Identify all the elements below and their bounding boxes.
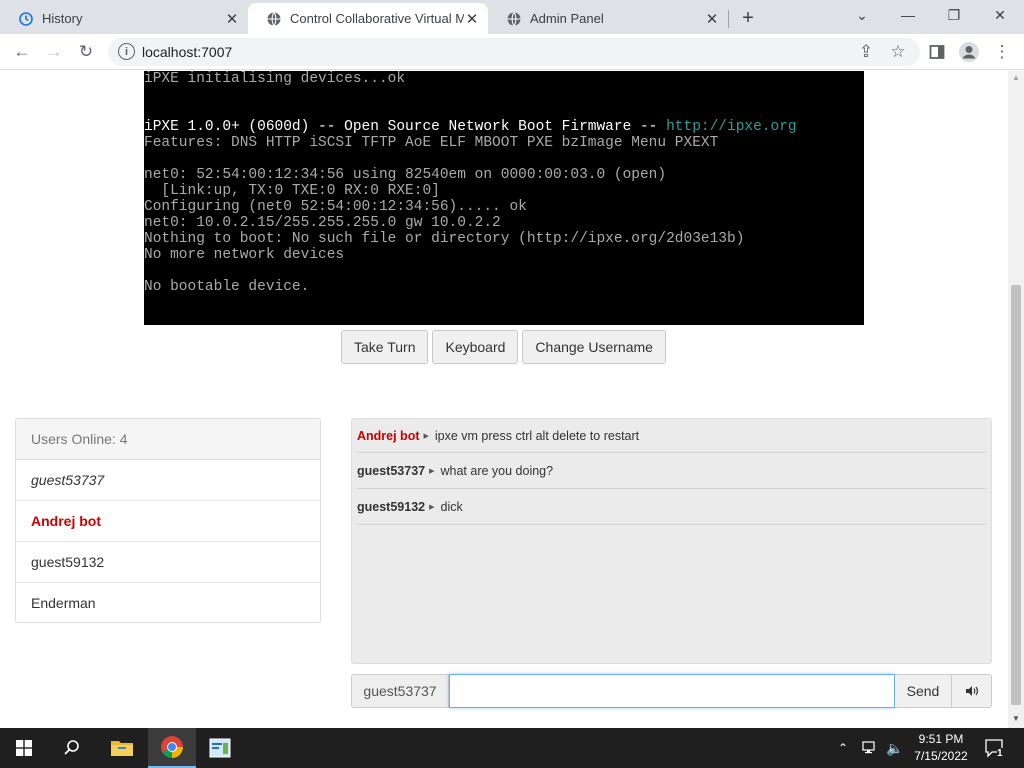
restore-button[interactable]: ❐	[931, 0, 977, 30]
user-list-item[interactable]: Andrej bot	[16, 501, 320, 542]
scroll-up-icon[interactable]: ▲	[1012, 73, 1020, 82]
chat-panel: Andrej bot ▶ ipxe vm press ctrl alt dele…	[351, 418, 992, 664]
close-window-button[interactable]: ✕	[977, 0, 1023, 30]
url-text: localhost:7007	[142, 44, 233, 60]
address-bar[interactable]: i localhost:7007	[108, 38, 920, 66]
send-button[interactable]: Send	[895, 674, 952, 708]
scrollbar-thumb[interactable]	[1011, 285, 1021, 705]
user-list-item[interactable]: guest53737	[16, 460, 320, 501]
caret-right-icon: ▶	[423, 432, 429, 440]
new-tab-button[interactable]: +	[736, 6, 760, 30]
vm-text-line: net0: 52:54:00:12:34:56 using 82540em on…	[144, 167, 667, 183]
page-viewport: iPXE initialising devices...ok iPXE 1.0.…	[0, 71, 1008, 728]
chat-message: guest59132 ▶ dick	[357, 489, 986, 525]
tab-label: Control Collaborative Virtual Ma	[290, 11, 464, 26]
tab-strip: History ✕ Control Collaborative Virtual …	[0, 0, 1024, 34]
keyboard-button[interactable]: Keyboard	[432, 330, 519, 364]
take-turn-button[interactable]: Take Turn	[341, 330, 429, 364]
page-scrollbar[interactable]: ▲ ▼	[1008, 71, 1024, 728]
vm-text-line	[144, 263, 864, 279]
close-icon[interactable]: ✕	[464, 11, 480, 28]
bookmark-star-icon[interactable]: ☆	[886, 40, 910, 64]
tab-control-vm[interactable]: Control Collaborative Virtual Ma ✕	[248, 3, 488, 34]
user-list-item[interactable]: guest59132	[16, 542, 320, 583]
tab-label: History	[42, 11, 83, 26]
site-info-icon[interactable]: i	[118, 43, 135, 60]
globe-icon	[507, 11, 521, 26]
vm-banner-line: iPXE 1.0.0+ (0600d) -- Open Source Netwo…	[144, 119, 864, 135]
close-icon[interactable]: ✕	[704, 11, 720, 28]
globe-icon	[267, 11, 281, 26]
file-explorer-icon[interactable]	[98, 728, 146, 768]
minimize-button[interactable]: —	[885, 0, 931, 30]
show-hidden-icons-icon[interactable]: ⌃	[838, 728, 848, 768]
history-icon	[19, 11, 33, 26]
chat-message: Andrej bot ▶ ipxe vm press ctrl alt dele…	[357, 419, 986, 453]
scroll-down-icon[interactable]: ▼	[1012, 714, 1020, 723]
chat-username[interactable]: guest53737	[357, 464, 425, 478]
clock-time: 9:51 PM	[918, 732, 964, 746]
volume-icon[interactable]	[952, 674, 992, 708]
chrome-icon[interactable]	[148, 728, 196, 768]
chat-message-text: dick	[440, 499, 463, 514]
app-window-icon[interactable]	[196, 728, 244, 768]
tab-divider	[728, 10, 729, 28]
vm-text-line	[144, 151, 864, 167]
vm-text-line: Configuring (net0 52:54:00:12:34:56)....…	[144, 199, 527, 215]
profile-avatar-icon[interactable]	[957, 40, 981, 64]
chat-input-row: guest53737 Send	[351, 674, 992, 708]
windows-taskbar: ⌃ 🔈 9:51 PM 7/15/2022 1	[0, 728, 1024, 768]
chat-message-text: ipxe vm press ctrl alt delete to restart	[434, 428, 640, 443]
vm-text-line	[144, 103, 864, 119]
chat-username[interactable]: guest59132	[357, 500, 425, 514]
vm-text-line: iPXE initialising devices...ok	[144, 71, 406, 87]
vm-text-line: No more network devices	[144, 247, 345, 263]
browser-toolbar: ← → ↻ i localhost:7007 ⇪ ☆ ⋮	[0, 34, 1024, 70]
forward-arrow-icon[interactable]: →	[42, 40, 66, 64]
notifications-icon[interactable]: 1	[984, 728, 1006, 768]
vm-text-line: [Link:up, TX:0 TXE:0 RX:0 RXE:0]	[144, 183, 440, 199]
vm-text-line: No bootable device.	[144, 279, 310, 295]
tab-label: Admin Panel	[530, 11, 604, 26]
vm-banner-link: http://ipxe.org	[666, 119, 797, 135]
user-list-item[interactable]: Enderman	[16, 583, 320, 624]
back-arrow-icon[interactable]: ←	[10, 40, 34, 64]
tab-search-icon[interactable]: ⌄	[839, 0, 885, 30]
caret-right-icon: ▶	[429, 467, 435, 475]
chat-message-text: what are you doing?	[440, 463, 554, 478]
users-online-header: Users Online: 4	[16, 419, 320, 460]
vm-button-group: Take Turn Keyboard Change Username	[341, 330, 666, 364]
vm-text-line	[144, 87, 864, 103]
vm-text-line: Features: DNS HTTP iSCSI TFTP AoE ELF MB…	[144, 135, 719, 151]
menu-kebab-icon[interactable]: ⋮	[990, 40, 1014, 64]
vm-display[interactable]: iPXE initialising devices...ok iPXE 1.0.…	[144, 71, 864, 325]
volume-tray-icon[interactable]: 🔈	[886, 728, 903, 768]
chat-message-input[interactable]	[449, 674, 895, 708]
side-panel-icon[interactable]	[925, 40, 949, 64]
tab-history[interactable]: History ✕	[0, 3, 248, 34]
reload-icon[interactable]: ↻	[74, 40, 98, 64]
network-icon[interactable]	[862, 728, 878, 768]
notification-count: 1	[997, 748, 1003, 759]
windows-start-icon[interactable]	[0, 728, 48, 768]
vm-text-line: Nothing to boot: No such file or directo…	[144, 231, 745, 247]
search-icon[interactable]	[48, 728, 96, 768]
chat-message: guest53737 ▶ what are you doing?	[357, 453, 986, 489]
close-icon[interactable]: ✕	[224, 11, 240, 28]
vm-text-line: net0: 10.0.2.15/255.255.255.0 gw 10.0.2.…	[144, 215, 501, 231]
system-clock[interactable]: 9:51 PM 7/15/2022	[908, 731, 974, 765]
chat-username-label: guest53737	[351, 674, 449, 708]
chat-username[interactable]: Andrej bot	[357, 429, 420, 443]
tab-admin-panel[interactable]: Admin Panel ✕	[488, 3, 728, 34]
change-username-button[interactable]: Change Username	[522, 330, 666, 364]
clock-date: 7/15/2022	[914, 749, 968, 763]
users-online-panel: Users Online: 4 guest53737 Andrej bot gu…	[15, 418, 321, 623]
caret-right-icon: ▶	[429, 503, 435, 511]
share-icon[interactable]: ⇪	[854, 40, 878, 64]
vm-banner-text: iPXE 1.0.0+ (0600d) -- Open Source Netwo…	[144, 119, 667, 135]
